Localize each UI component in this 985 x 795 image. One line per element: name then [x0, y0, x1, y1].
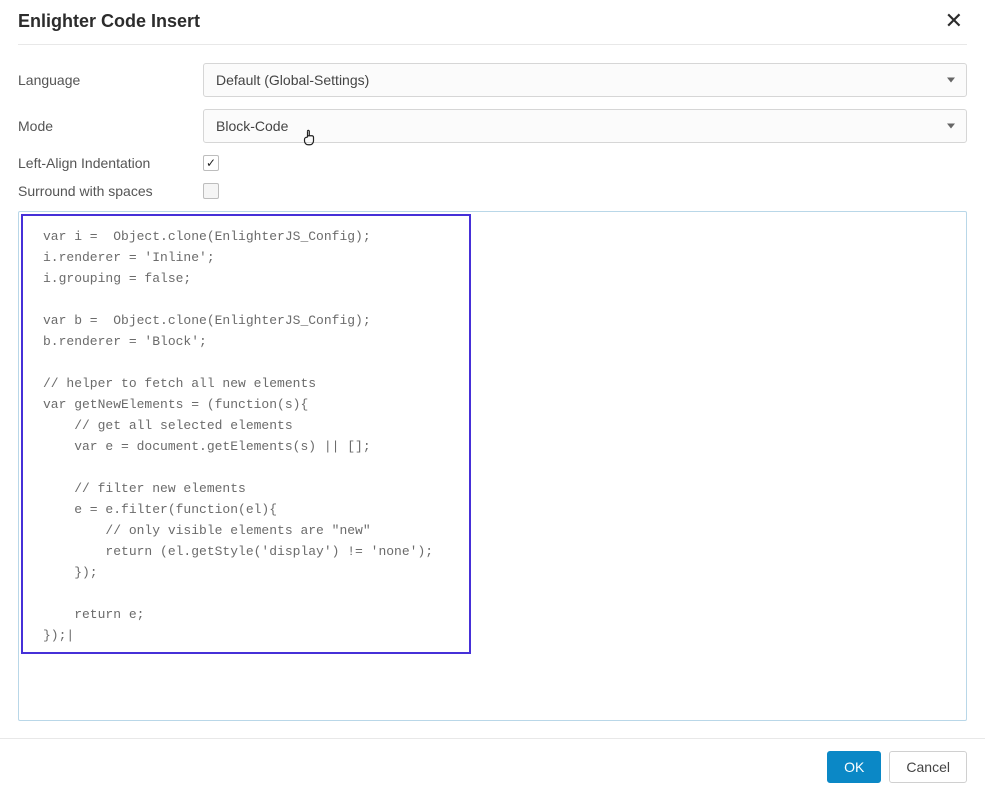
form: Language Default (Global-Settings) Mode … [18, 45, 967, 721]
row-surround: Surround with spaces [18, 183, 967, 199]
row-mode: Mode Block-Code [18, 109, 967, 143]
close-icon[interactable]: ✕ [941, 8, 967, 34]
language-select-wrap: Default (Global-Settings) [203, 63, 967, 97]
surround-checkbox[interactable] [203, 183, 219, 199]
mode-select-wrap: Block-Code [203, 109, 967, 143]
label-left-align: Left-Align Indentation [18, 155, 203, 171]
ok-button[interactable]: OK [827, 751, 881, 783]
check-icon: ✓ [206, 157, 216, 169]
code-area-container [18, 211, 967, 721]
label-surround: Surround with spaces [18, 183, 203, 199]
code-textarea[interactable] [21, 214, 471, 654]
dialog: Enlighter Code Insert ✕ Language Default… [0, 0, 985, 795]
mode-select-value: Block-Code [216, 118, 288, 134]
cancel-button[interactable]: Cancel [889, 751, 967, 783]
row-left-align: Left-Align Indentation ✓ [18, 155, 967, 171]
mode-select[interactable]: Block-Code [203, 109, 967, 143]
language-select[interactable]: Default (Global-Settings) [203, 63, 967, 97]
language-select-value: Default (Global-Settings) [216, 72, 369, 88]
left-align-checkbox[interactable]: ✓ [203, 155, 219, 171]
label-language: Language [18, 72, 203, 88]
dialog-footer: OK Cancel [0, 738, 985, 795]
row-language: Language Default (Global-Settings) [18, 63, 967, 97]
label-mode: Mode [18, 118, 203, 134]
dialog-header: Enlighter Code Insert ✕ [18, 0, 967, 45]
dialog-title: Enlighter Code Insert [18, 11, 200, 32]
